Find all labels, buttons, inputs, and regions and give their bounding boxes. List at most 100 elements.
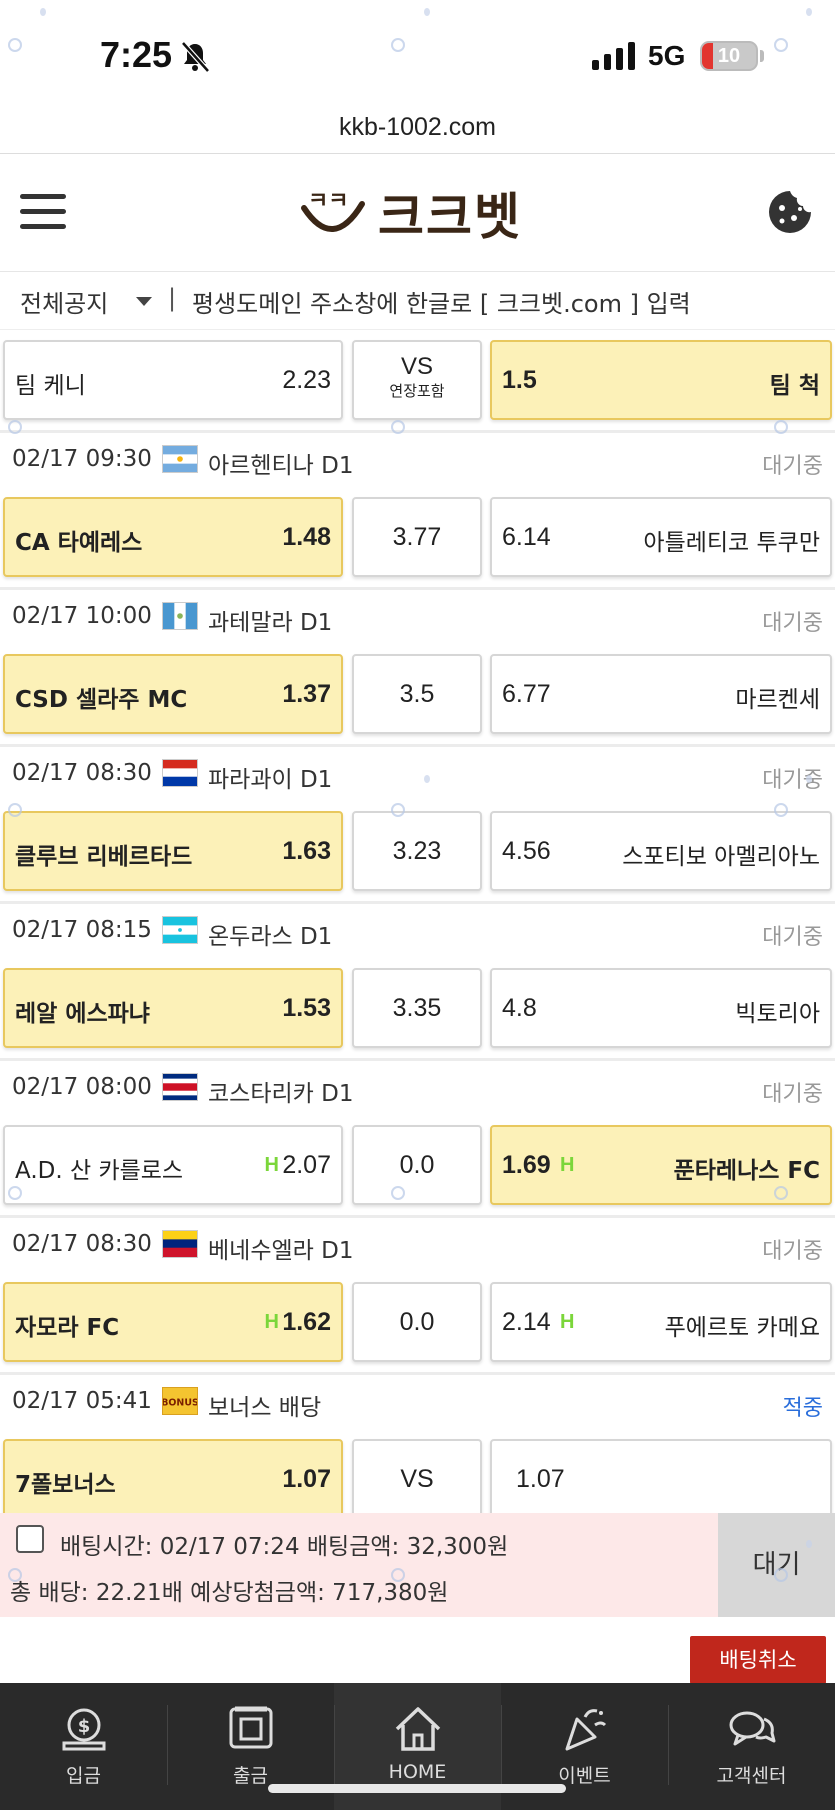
away-odd-value: 1.5 (502, 366, 537, 394)
home-team-name: 팀 케니 (15, 373, 86, 399)
away-team-name: 푸에르토 카메요 (664, 1315, 820, 1341)
odds-row: CSD 셀라주 MC 1.37 3.5 6.77 마르켄세 (0, 644, 835, 744)
draw-odd-button[interactable]: 3.23 (352, 811, 482, 891)
odds-row: 클루브 리베르타드 1.63 3.23 4.56 스포티보 아멜리아노 (0, 801, 835, 901)
draw-odd-value: 3.35 (392, 994, 442, 1022)
watermark-mark (8, 1186, 22, 1200)
match-date: 02/17 08:30 (12, 1231, 152, 1257)
notice-category-select[interactable]: 전체공지 (20, 284, 108, 319)
away-odd-value: 6.77 (502, 680, 551, 708)
match-status: 대기중 (762, 768, 823, 793)
league-name: 파라과이 D1 (208, 767, 333, 793)
status-time: 7:25 (100, 34, 173, 75)
home-odd-button[interactable]: 7폴보너스 1.07 (3, 1439, 343, 1519)
venezuela-flag-icon (162, 1230, 198, 1258)
home-odd-button[interactable]: 자모라 FC H 1.62 (3, 1282, 343, 1362)
away-odd-value: 1.07 (516, 1465, 565, 1493)
bet-status-button[interactable]: 대기 (718, 1513, 835, 1617)
url-bar[interactable]: kkb-1002.com (0, 100, 835, 154)
match-header: 02/17 10:00 과테말라 D1 대기중 (0, 590, 835, 644)
home-odd-button[interactable]: CA 타예레스 1.48 (3, 497, 343, 577)
away-odd-value: 4.8 (502, 994, 537, 1022)
draw-odd-button[interactable]: 3.77 (352, 497, 482, 577)
away-odd-value: 4.56 (502, 837, 551, 865)
match-header: 02/17 09:30 아르헨티나 D1 대기중 (0, 433, 835, 487)
home-team-name: 7폴보너스 (15, 1472, 116, 1498)
odds-row: A.D. 산 카를로스 H 2.07 0.0 1.69 H 푼타레나스 FC (0, 1115, 835, 1215)
chevron-down-icon[interactable] (136, 297, 152, 306)
cancel-bet-button[interactable]: 배팅취소 (690, 1636, 826, 1684)
away-odd-value: 6.14 (502, 523, 551, 551)
paraguay-flag-icon (162, 759, 198, 787)
nav-item-deposit[interactable]: $ 입금 (0, 1683, 167, 1810)
home-odd-value: 1.07 (282, 1465, 331, 1493)
away-odd-button[interactable]: 6.77 마르켄세 (490, 654, 832, 734)
draw-odd-value: 3.5 (399, 680, 435, 708)
home-odd-button[interactable]: 클루브 리베르타드 1.63 (3, 811, 343, 891)
watermark-mark (774, 1568, 788, 1582)
home-team-name: CSD 셀라주 MC (15, 687, 188, 713)
draw-odd-button[interactable]: 0.0 (352, 1125, 482, 1205)
match-status: 대기중 (762, 1239, 823, 1264)
draw-odd-button[interactable]: 3.5 (352, 654, 482, 734)
cookie-icon[interactable] (766, 188, 814, 236)
bet-summary: 배팅시간: 02/17 07:24 배팅금액: 32,300원 총 배당: 22… (0, 1513, 835, 1617)
nav-item-support[interactable]: 고객센터 (668, 1683, 835, 1810)
bell-off-icon (181, 41, 210, 73)
watermark-dot (40, 8, 46, 16)
draw-odd-value: 3.23 (392, 837, 442, 865)
logo[interactable]: ㅋㅋ 크크벳 (298, 180, 522, 246)
watermark-mark (8, 420, 22, 434)
home-odd-value: 1.37 (282, 680, 331, 708)
match-date: 02/17 05:41 (12, 1388, 152, 1414)
match-header: 02/17 08:30 파라과이 D1 대기중 (0, 747, 835, 801)
away-odd-button[interactable]: 1.07 (490, 1439, 832, 1519)
watermark-dot (806, 8, 812, 16)
away-odd-button[interactable]: 6.14 아틀레티코 투쿠만 (490, 497, 832, 577)
handicap-badge: H (264, 1311, 279, 1333)
nav-label: 입금 (66, 1765, 101, 1787)
away-odd-button[interactable]: 4.8 빅토리아 (490, 968, 832, 1048)
away-odd-value: 2.14 (502, 1308, 551, 1336)
draw-odd-button[interactable]: 0.0 (352, 1282, 482, 1362)
battery-tip (760, 50, 764, 62)
watermark-mark (8, 803, 22, 817)
handicap-badge: H (264, 1154, 279, 1176)
handicap-badge: H (560, 1154, 575, 1176)
away-odd-button[interactable]: 1.5 팀 척 (490, 340, 832, 420)
home-odd-value: 1.62 (282, 1308, 331, 1336)
handicap-badge: H (560, 1311, 575, 1333)
away-odd-button[interactable]: 2.14 H 푸에르토 카메요 (490, 1282, 832, 1362)
home-odd-button[interactable]: 팀 케니 2.23 (3, 340, 343, 420)
draw-odd-button[interactable]: VS 연장포함 (352, 340, 482, 420)
draw-odd-value: 0.0 (399, 1308, 435, 1336)
home-odd-button[interactable]: 레알 에스파냐 1.53 (3, 968, 343, 1048)
away-odd-button[interactable]: 4.56 스포티보 아멜리아노 (490, 811, 832, 891)
match-status: 대기중 (762, 611, 823, 636)
home-indicator (268, 1784, 566, 1793)
home-odd-button[interactable]: A.D. 산 카를로스 H 2.07 (3, 1125, 343, 1205)
match-date: 02/17 08:30 (12, 760, 152, 786)
bet-block: 팀 케니 2.23 VS 연장포함 1.5 팀 척 (0, 330, 835, 433)
odds-row: 자모라 FC H 1.62 0.0 2.14 H 푸에르토 카메요 (0, 1272, 835, 1372)
app-header: ㅋㅋ 크크벳 (0, 154, 835, 272)
home-odd-button[interactable]: CSD 셀라주 MC 1.37 (3, 654, 343, 734)
party-icon (565, 1709, 606, 1751)
home-team-name: A.D. 산 카를로스 (15, 1158, 184, 1184)
battery-icon: 10 (700, 41, 758, 71)
watermark-mark (391, 420, 405, 434)
logo-mark-text: ㅋㅋ (308, 189, 348, 214)
watermark-mark (391, 803, 405, 817)
league-name: 보너스 배당 (208, 1395, 322, 1421)
watermark-dot (806, 775, 812, 783)
home-team-name: 레알 에스파냐 (15, 1001, 150, 1027)
bet-select-checkbox[interactable] (16, 1525, 44, 1553)
menu-icon[interactable] (20, 194, 66, 230)
draw-odd-button[interactable]: 3.35 (352, 968, 482, 1048)
league-name: 아르헨티나 D1 (208, 453, 354, 479)
draw-odd-button[interactable]: VS (352, 1439, 482, 1519)
chat-icon (729, 1711, 775, 1746)
bet-block: 02/17 09:30 아르헨티나 D1 대기중 CA 타예레스 1.48 3.… (0, 433, 835, 590)
battery-level: 10 (717, 45, 741, 67)
honduras-flag-icon (162, 916, 198, 944)
